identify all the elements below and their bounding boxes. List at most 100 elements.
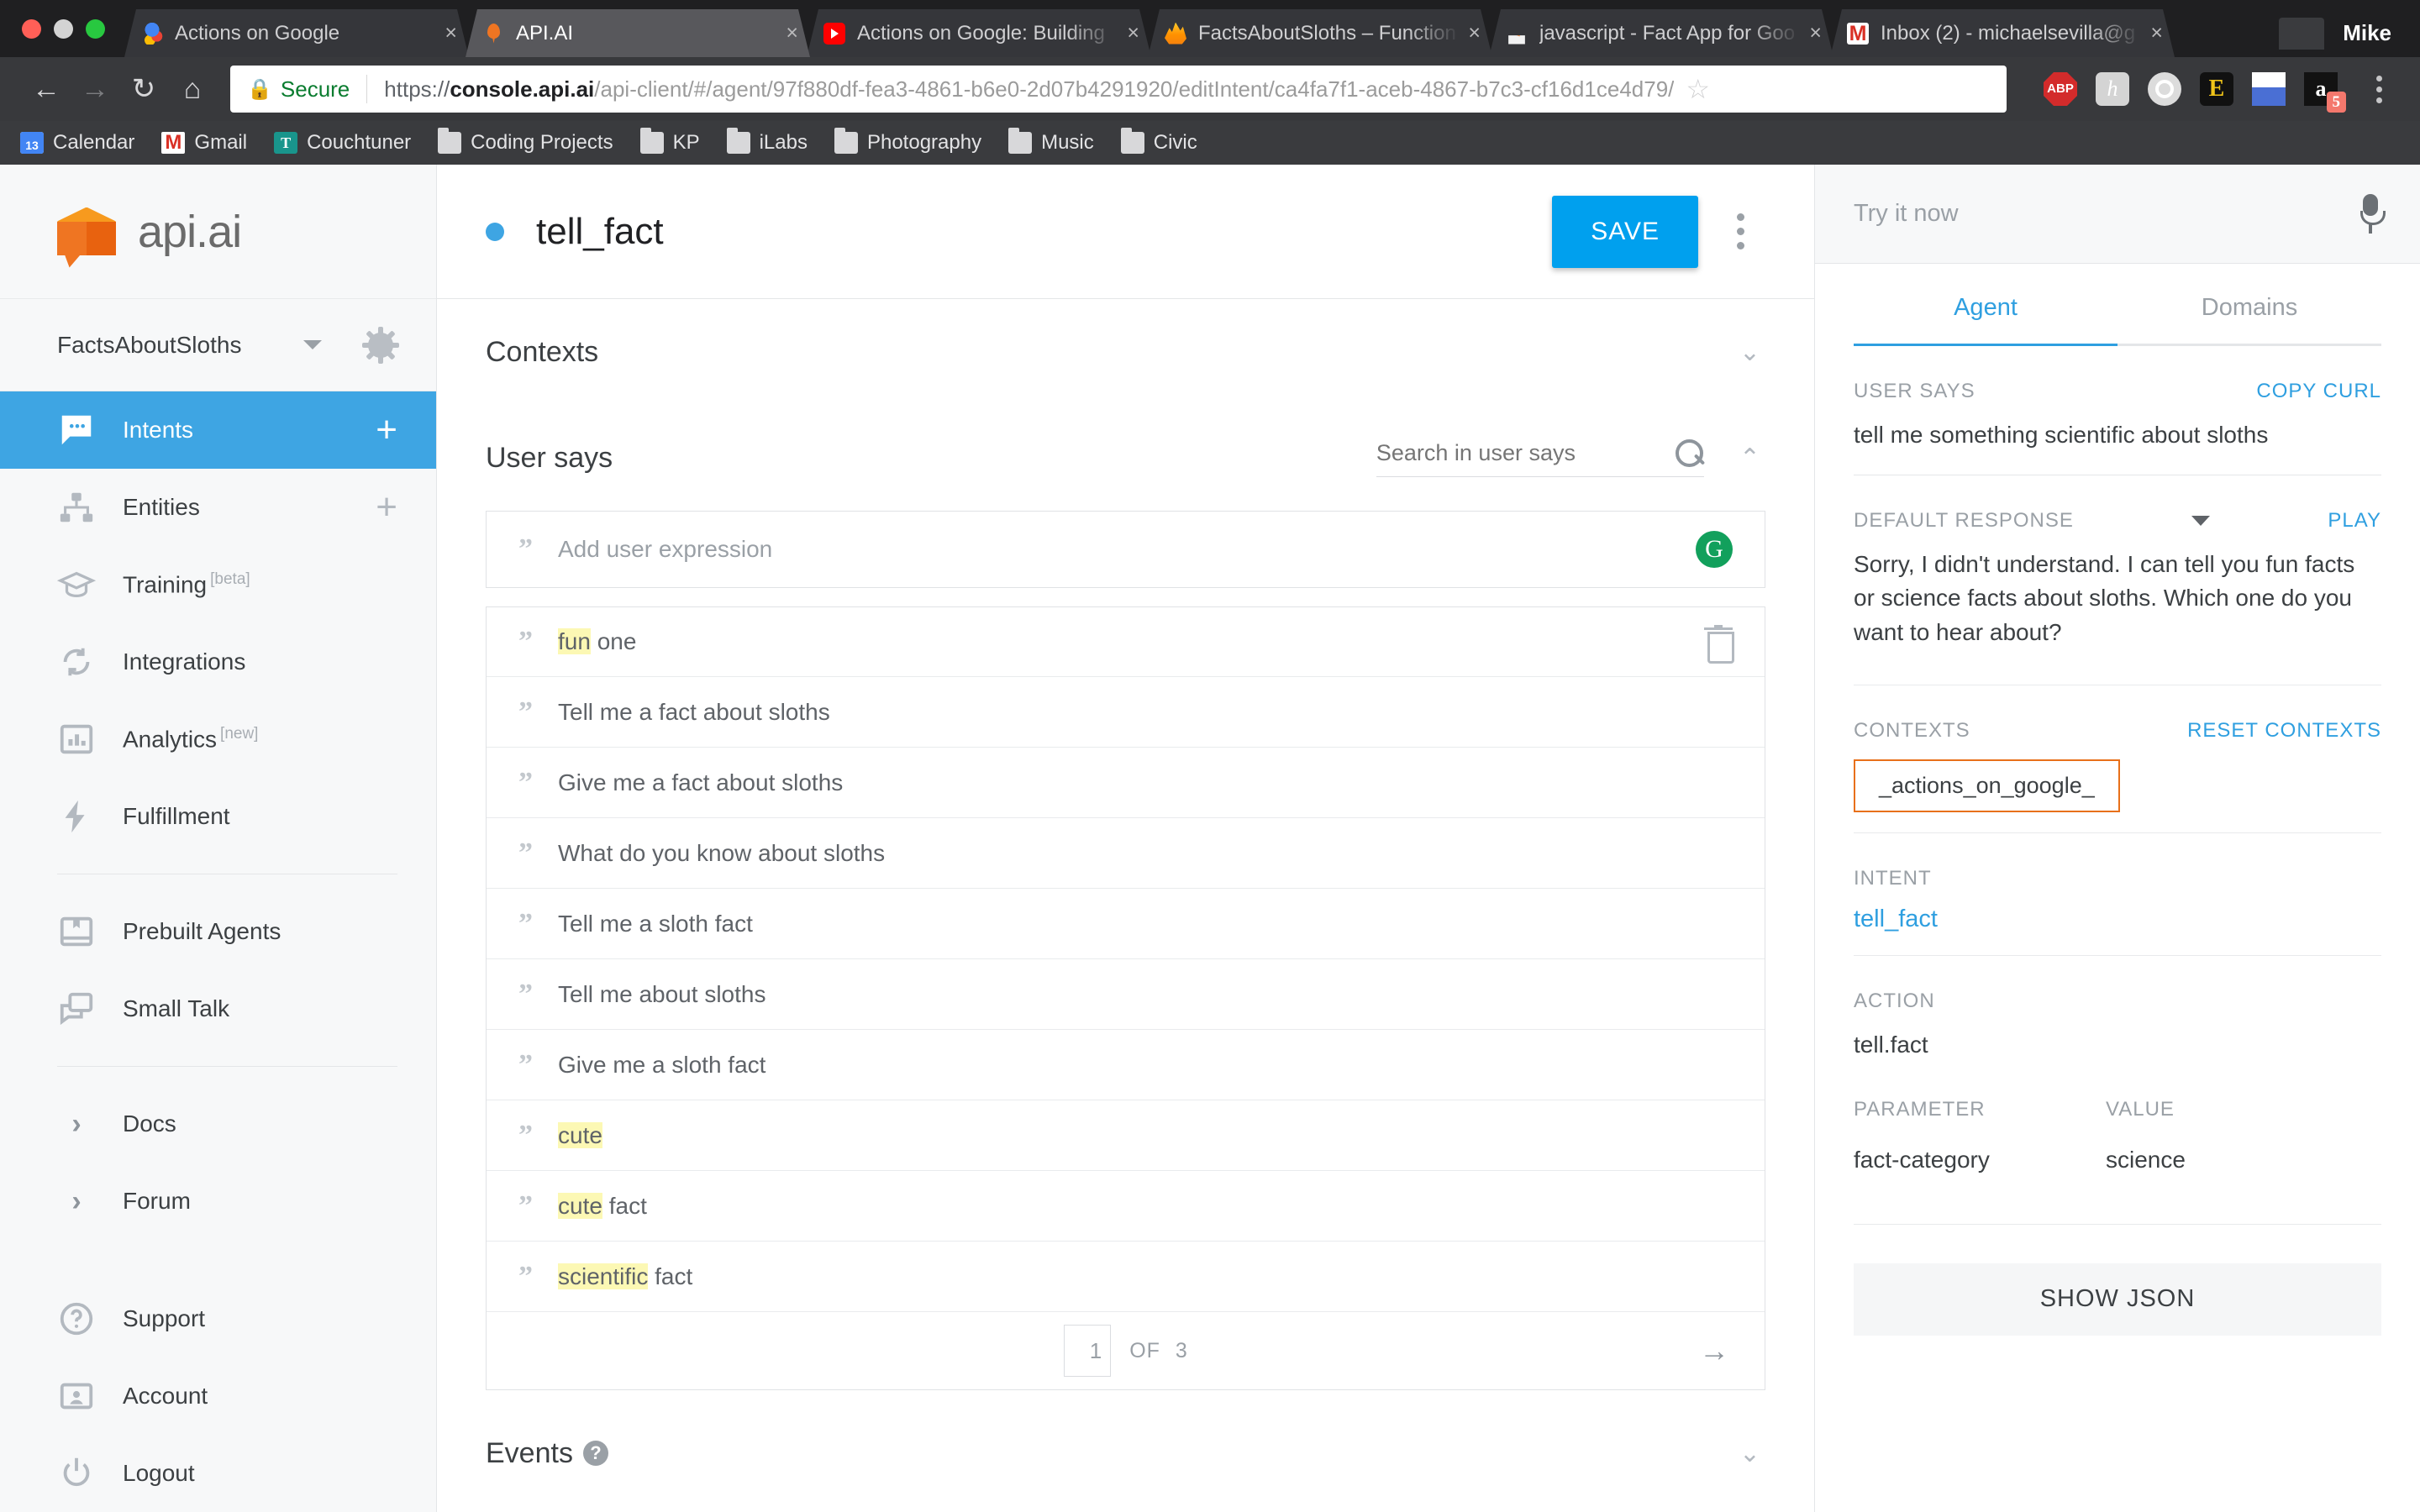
intent-link[interactable]: tell_fact: [1854, 906, 2381, 933]
bookmark-couchtuner[interactable]: T Couchtuner: [274, 131, 424, 155]
adblock-plus-icon[interactable]: ABP: [2044, 72, 2077, 106]
chevron-down-icon[interactable]: ⌄: [1734, 338, 1765, 367]
table-row[interactable]: ” Give me a fact about sloths: [487, 748, 1765, 818]
sidebar-item-prebuilt-agents[interactable]: Prebuilt Agents: [0, 893, 436, 970]
main-scroll-area[interactable]: Contexts ⌄ User says ⌃ ” Add user expres…: [437, 299, 1814, 1512]
table-row[interactable]: ” scientific fact: [487, 1242, 1765, 1312]
bookmark-gmail[interactable]: Gmail: [161, 131, 260, 155]
user-says-search[interactable]: [1376, 438, 1704, 477]
add-intent-button[interactable]: +: [376, 411, 397, 448]
sidebar-item-account[interactable]: Account: [0, 1357, 436, 1435]
table-row[interactable]: ” Give me a sloth fact: [487, 1030, 1765, 1100]
chart-extension-icon[interactable]: [2252, 72, 2286, 106]
app-logo[interactable]: api.ai: [0, 165, 436, 299]
chrome-menu-icon[interactable]: [2360, 75, 2398, 103]
forward-button[interactable]: →: [71, 65, 119, 113]
microphone-icon[interactable]: [2360, 193, 2386, 234]
table-row[interactable]: ” Tell me a sloth fact: [487, 889, 1765, 959]
minimize-window-button[interactable]: [54, 18, 73, 39]
delete-icon[interactable]: [1704, 625, 1734, 664]
sidebar-item-integrations[interactable]: Integrations: [0, 623, 436, 701]
close-icon[interactable]: ×: [2150, 21, 2163, 45]
search-icon[interactable]: [1675, 438, 1704, 468]
etsy-icon[interactable]: E: [2200, 72, 2233, 106]
table-row[interactable]: ” cute: [487, 1100, 1765, 1171]
browser-tab-inbox[interactable]: Inbox (2) - michaelsevilla@g ×: [1830, 9, 2175, 57]
panel-tabs: Agent Domains: [1815, 294, 2420, 346]
page-number-input[interactable]: 1: [1064, 1325, 1112, 1377]
table-row[interactable]: ” Tell me a fact about sloths: [487, 677, 1765, 748]
show-json-button[interactable]: SHOW JSON: [1854, 1263, 2381, 1336]
next-page-icon[interactable]: →: [1699, 1333, 1729, 1368]
tab-agent[interactable]: Agent: [1854, 294, 2118, 346]
close-window-button[interactable]: [22, 18, 41, 39]
sidebar-item-support[interactable]: Support: [0, 1280, 436, 1357]
bookmark-ilabs[interactable]: iLabs: [726, 128, 821, 155]
try-it-now-input-row[interactable]: Try it now: [1815, 165, 2420, 264]
copy-curl-button[interactable]: COPY CURL: [2256, 380, 2381, 403]
sidebar-item-analytics[interactable]: Analytics [new]: [0, 701, 436, 778]
graduation-cap-icon: [56, 565, 97, 604]
close-icon[interactable]: ×: [1468, 21, 1481, 45]
search-input[interactable]: [1376, 440, 1676, 466]
profile-name[interactable]: Mike: [2343, 20, 2405, 46]
sidebar-item-docs[interactable]: › Docs: [0, 1085, 436, 1163]
table-row[interactable]: ” What do you know about sloths: [487, 818, 1765, 889]
badge-count: 5: [2326, 92, 2346, 113]
chevron-down-icon[interactable]: ⌄: [1734, 1439, 1765, 1468]
grammarly-icon[interactable]: G: [1696, 531, 1733, 568]
sidebar-item-training[interactable]: Training [beta]: [0, 546, 436, 623]
bookmark-photography[interactable]: Photography: [834, 128, 995, 155]
hover-icon[interactable]: h: [2096, 72, 2129, 106]
context-chip[interactable]: _actions_on_google_: [1854, 759, 2120, 813]
table-row[interactable]: ” fun one: [487, 606, 1765, 677]
chevron-down-icon[interactable]: [2191, 515, 2211, 526]
sidebar-item-small-talk[interactable]: Small Talk: [0, 970, 436, 1047]
new-tab-button[interactable]: [2279, 17, 2325, 50]
help-icon[interactable]: ?: [582, 1441, 608, 1466]
more-options-icon[interactable]: [1715, 213, 1765, 249]
bookmark-kp[interactable]: KP: [639, 128, 713, 155]
sidebar-item-intents[interactable]: Intents +: [0, 391, 436, 469]
sidebar-item-fulfillment[interactable]: Fulfillment: [0, 778, 436, 855]
contexts-section-header[interactable]: Contexts ⌄: [486, 299, 1765, 405]
chevron-down-icon[interactable]: [303, 340, 322, 349]
home-button[interactable]: ⌂: [168, 65, 217, 113]
close-icon[interactable]: ×: [1809, 21, 1822, 45]
intent-header: tell_fact SAVE: [437, 165, 1814, 299]
browser-tab-actions-on-google-building[interactable]: Actions on Google: Building ×: [807, 9, 1151, 57]
browser-tab-api-ai[interactable]: API.AI ×: [466, 9, 810, 57]
address-bar[interactable]: 🔒 Secure https://console.api.ai/api-clie…: [230, 66, 2007, 113]
browser-tab-javascript-fact-app[interactable]: javascript - Fact App for Goo ×: [1489, 9, 1833, 57]
bookmark-civic[interactable]: Civic: [1120, 128, 1211, 155]
bookmark-star-icon[interactable]: ☆: [1686, 73, 1710, 105]
close-icon[interactable]: ×: [1127, 21, 1139, 45]
back-button[interactable]: ←: [22, 65, 71, 113]
table-row[interactable]: ” Tell me about sloths: [487, 959, 1765, 1030]
bookmark-coding-projects[interactable]: Coding Projects: [438, 128, 626, 155]
maximize-window-button[interactable]: [86, 18, 105, 39]
sidebar-item-logout[interactable]: Logout: [0, 1435, 436, 1512]
reset-contexts-button[interactable]: RESET CONTEXTS: [2187, 719, 2381, 743]
evernote-icon[interactable]: [2148, 72, 2181, 106]
events-section-header[interactable]: Events ? ⌄: [486, 1390, 1765, 1512]
sidebar-item-forum[interactable]: › Forum: [0, 1163, 436, 1240]
browser-tab-factsaboutsloths[interactable]: FactsAboutSloths – Function ×: [1148, 9, 1492, 57]
bookmark-music[interactable]: Music: [1008, 128, 1107, 155]
browser-tab-actions-on-google[interactable]: Actions on Google ×: [124, 9, 469, 57]
table-row[interactable]: ” cute fact: [487, 1171, 1765, 1242]
agent-selector[interactable]: FactsAboutSloths: [0, 299, 436, 391]
reload-button[interactable]: ↻: [119, 65, 168, 113]
sidebar-item-entities[interactable]: Entities +: [0, 469, 436, 546]
tab-domains[interactable]: Domains: [2118, 294, 2381, 346]
add-user-expression-row[interactable]: ” Add user expression G: [486, 511, 1765, 588]
save-button[interactable]: SAVE: [1552, 195, 1698, 268]
bookmark-calendar[interactable]: Calendar: [20, 131, 148, 155]
add-entity-button[interactable]: +: [376, 488, 397, 525]
play-button[interactable]: PLAY: [2328, 509, 2381, 533]
gear-icon[interactable]: [362, 328, 399, 362]
amazon-assistant-icon[interactable]: a5: [2304, 72, 2346, 113]
chevron-up-icon[interactable]: ⌃: [1734, 444, 1765, 473]
close-icon[interactable]: ×: [445, 21, 457, 45]
close-icon[interactable]: ×: [786, 21, 798, 45]
